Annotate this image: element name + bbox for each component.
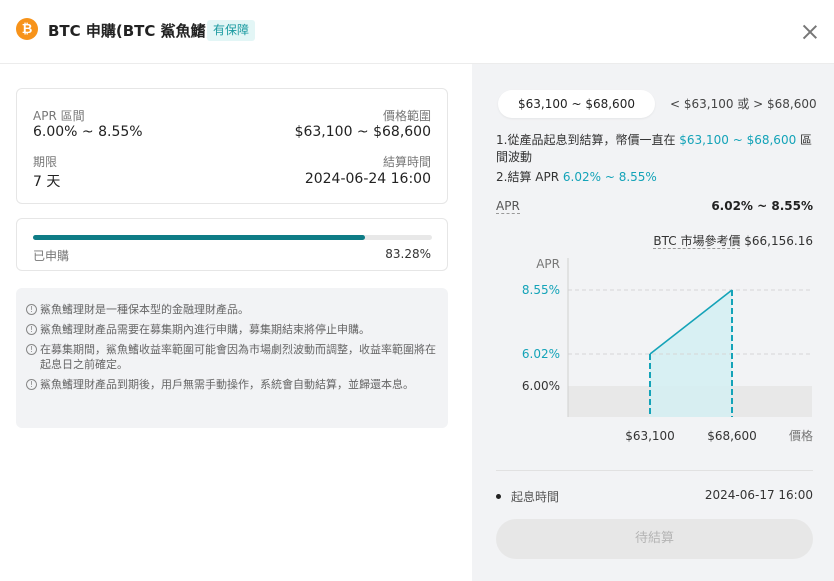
- subscription-progress-card: 已申購 83.28%: [16, 218, 448, 271]
- scenario-description-1: 1.從產品起息到結算，幣價一直在 $63,100 ~ $68,600 區間波動: [496, 132, 816, 166]
- notice-item: ! 在募集期間，鯊魚鰭收益率範圍可能會因為市場劇烈波動而調整，收益率範圍將在起息…: [26, 342, 438, 372]
- x-axis-label: 價格: [789, 428, 813, 443]
- y-tick-label: 6.00%: [522, 379, 560, 393]
- apr-label: APR: [496, 199, 520, 214]
- start-time-value: 2024-06-17 16:00: [704, 488, 813, 502]
- progress-fill: [33, 235, 366, 240]
- info-icon: !: [26, 344, 37, 355]
- bullet-dot: [496, 494, 501, 499]
- y-axis-label: APR: [536, 257, 560, 271]
- tab-out-of-range[interactable]: < $63,100 或 > $68,600: [670, 90, 817, 118]
- settle-time-value: 2024-06-24 16:00: [304, 171, 431, 187]
- x-tick-label: $63,100: [625, 429, 675, 443]
- product-info-card: APR 區間 6.00% ~ 8.55% 價格範圍 $63,100 ~ $68,…: [16, 88, 448, 204]
- progress-percent: 83.28%: [385, 247, 431, 261]
- apr-price-chart: APR 8.55% 6.02% 6.00% $63,100 $68,600 價格: [522, 257, 813, 443]
- info-icon: !: [26, 304, 37, 315]
- x-tick-label: $68,600: [707, 429, 757, 443]
- progress-label: 已申購: [33, 249, 70, 263]
- start-time-label: 起息時間: [496, 488, 559, 505]
- modal-header: ₿ BTC 申購(BTC 鯊魚鰭) 有保障: [0, 0, 834, 64]
- tab-in-range[interactable]: $63,100 ~ $68,600: [498, 90, 655, 118]
- desc-text: 1.從產品起息到結算，幣價一直在: [496, 133, 676, 147]
- market-reference-label: BTC 市場參考價: [653, 234, 741, 249]
- y-tick-label: 6.02%: [522, 347, 560, 361]
- term-label: 期限: [33, 155, 58, 169]
- notice-text: 鯊魚鰭理財產品需要在募集期內進行申購，募集期結束將停止申購。: [40, 323, 370, 336]
- desc-highlight: 6.02% ~ 8.55%: [562, 170, 657, 184]
- scenario-description-2: 2.結算 APR 6.02% ~ 8.55%: [496, 169, 816, 186]
- price-range-value: $63,100 ~ $68,600: [294, 124, 431, 140]
- market-reference-value: $66,156.16: [744, 234, 813, 248]
- notice-item: ! 鯊魚鰭理財產品到期後，用戶無需手動操作，系統會自動結算，並歸還本息。: [26, 377, 438, 392]
- start-time-label-text: 起息時間: [511, 490, 560, 504]
- notice-box: ! 鯊魚鰭理財是一種保本型的金融理財產品。 ! 鯊魚鰭理財產品需要在募集期內進行…: [16, 288, 448, 428]
- progress-track: [33, 235, 432, 240]
- term-value: 7 天: [33, 174, 61, 190]
- desc-highlight: $63,100 ~ $68,600: [679, 133, 797, 147]
- notice-item: ! 鯊魚鰭理財產品需要在募集期內進行申購，募集期結束將停止申購。: [26, 322, 438, 337]
- pending-settlement-button[interactable]: 待結算: [496, 519, 813, 559]
- notice-item: ! 鯊魚鰭理財是一種保本型的金融理財產品。: [26, 302, 438, 317]
- apr-range-label: APR 區間: [33, 109, 85, 123]
- guarantee-badge: 有保障: [207, 20, 256, 41]
- scenario-panel: $63,100 ~ $68,600 < $63,100 或 > $68,600 …: [472, 64, 834, 581]
- apr-value: 6.02% ~ 8.55%: [711, 199, 813, 213]
- apr-range-value: 6.00% ~ 8.55%: [33, 124, 143, 140]
- notice-text: 鯊魚鰭理財產品到期後，用戶無需手動操作，系統會自動結算，並歸還本息。: [40, 378, 414, 391]
- subscription-modal: ₿ BTC 申購(BTC 鯊魚鰭) 有保障 APR 區間 6.00% ~ 8.5…: [0, 0, 834, 581]
- y-tick-label: 8.55%: [522, 283, 560, 297]
- notice-text: 鯊魚鰭理財是一種保本型的金融理財產品。: [40, 303, 249, 316]
- close-icon[interactable]: [798, 20, 822, 44]
- divider: [496, 470, 813, 471]
- price-range-label: 價格範圍: [382, 109, 431, 123]
- market-reference-price: BTC 市場參考價 $66,156.16: [653, 232, 813, 249]
- modal-title: BTC 申購(BTC 鯊魚鰭): [48, 22, 213, 40]
- bitcoin-icon: ₿: [16, 18, 38, 40]
- settle-time-label: 結算時間: [382, 155, 431, 169]
- notice-text: 在募集期間，鯊魚鰭收益率範圍可能會因為市場劇烈波動而調整，收益率範圍將在起息日之…: [40, 343, 436, 371]
- desc-text: 2.結算 APR: [496, 170, 560, 184]
- info-icon: !: [26, 379, 37, 390]
- info-icon: !: [26, 324, 37, 335]
